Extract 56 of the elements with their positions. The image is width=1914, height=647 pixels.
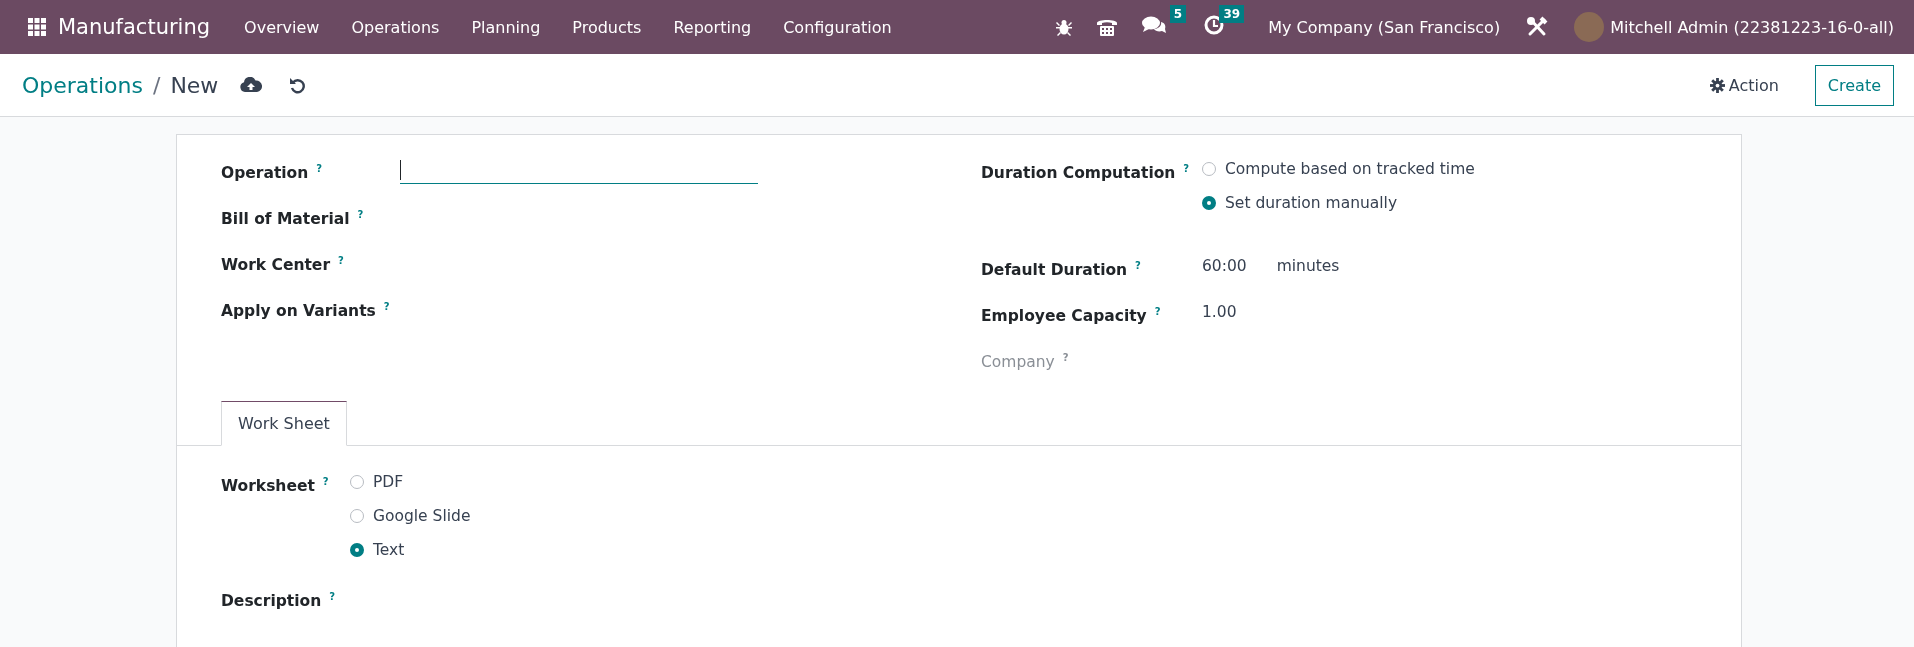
notification-badge: 5	[1169, 5, 1187, 23]
radio-label[interactable]: Google Slide	[373, 507, 471, 525]
help-tooltip-mark[interactable]: ?	[1154, 306, 1161, 317]
notebook-tab[interactable]: Work Sheet	[221, 401, 347, 446]
radio-label[interactable]: Set duration manually	[1225, 194, 1398, 212]
field-label: Duration Computation	[981, 164, 1176, 183]
action-menu-button[interactable]: Action	[1703, 74, 1785, 96]
cloud-upload-icon[interactable]	[240, 77, 263, 93]
field-label: Work Center	[221, 256, 331, 275]
field-label: Bill of Material	[221, 210, 350, 229]
field-label: Operation	[221, 164, 309, 183]
help-tooltip-mark[interactable]: ?	[329, 591, 335, 602]
unit-label: minutes	[1276, 256, 1340, 277]
menu-item[interactable]: Planning	[471, 17, 541, 37]
tools-icon[interactable]	[1526, 16, 1549, 38]
duration-value[interactable]: 60:00	[1202, 254, 1247, 278]
gear-icon	[1709, 77, 1725, 93]
menu-item[interactable]: Overview	[244, 17, 320, 37]
radio-button[interactable]	[1202, 196, 1216, 210]
radio-button[interactable]	[350, 543, 364, 557]
menu-item[interactable]: Configuration	[783, 17, 892, 37]
field-label: Employee Capacity	[981, 307, 1147, 326]
user-menu[interactable]: Mitchell Admin (22381223-16-0-all)	[1610, 17, 1894, 37]
radio-label[interactable]: Text	[373, 541, 405, 559]
menu-item[interactable]: Reporting	[673, 17, 752, 37]
create-button[interactable]: Create	[1814, 64, 1894, 106]
field-label: Company	[981, 353, 1055, 372]
company-switcher[interactable]: My Company (San Francisco)	[1268, 17, 1501, 37]
help-tooltip-mark[interactable]: ?	[322, 476, 329, 487]
radio-label[interactable]: PDF	[373, 473, 404, 491]
help-tooltip-mark[interactable]: ?	[1183, 163, 1190, 174]
phone-icon[interactable]	[1096, 17, 1119, 37]
undo-icon[interactable]	[288, 76, 307, 94]
menu-item[interactable]: Operations	[351, 17, 440, 37]
field-label: Description	[221, 592, 322, 611]
field-value[interactable]: 1.00	[1202, 300, 1237, 324]
breadcrumb-current: New	[170, 72, 219, 98]
field-label: Apply on Variants	[221, 302, 376, 321]
clock-icon[interactable]	[1204, 15, 1225, 35]
apps-menu-icon[interactable]	[28, 18, 46, 36]
notification-badge: 39	[1219, 5, 1245, 23]
breadcrumb-link[interactable]: Operations	[22, 72, 143, 98]
radio-label[interactable]: Compute based on tracked time	[1225, 160, 1475, 178]
menu-item[interactable]: Products	[572, 17, 642, 37]
help-tooltip-mark[interactable]: ?	[316, 163, 323, 174]
chat-bubbles-icon[interactable]	[1142, 15, 1167, 35]
help-tooltip-mark[interactable]: ?	[383, 301, 390, 312]
help-tooltip-mark[interactable]: ?	[357, 209, 364, 220]
field-label: Default Duration	[981, 261, 1128, 280]
field-label: Worksheet	[221, 477, 315, 496]
bug-icon[interactable]	[1056, 18, 1073, 36]
breadcrumb-separator: /	[152, 72, 161, 98]
app-name[interactable]: Manufacturing	[58, 15, 211, 39]
help-tooltip-mark[interactable]: ?	[337, 255, 344, 266]
operation-input-field[interactable]	[400, 157, 758, 184]
help-tooltip-mark[interactable]: ?	[1135, 260, 1141, 271]
